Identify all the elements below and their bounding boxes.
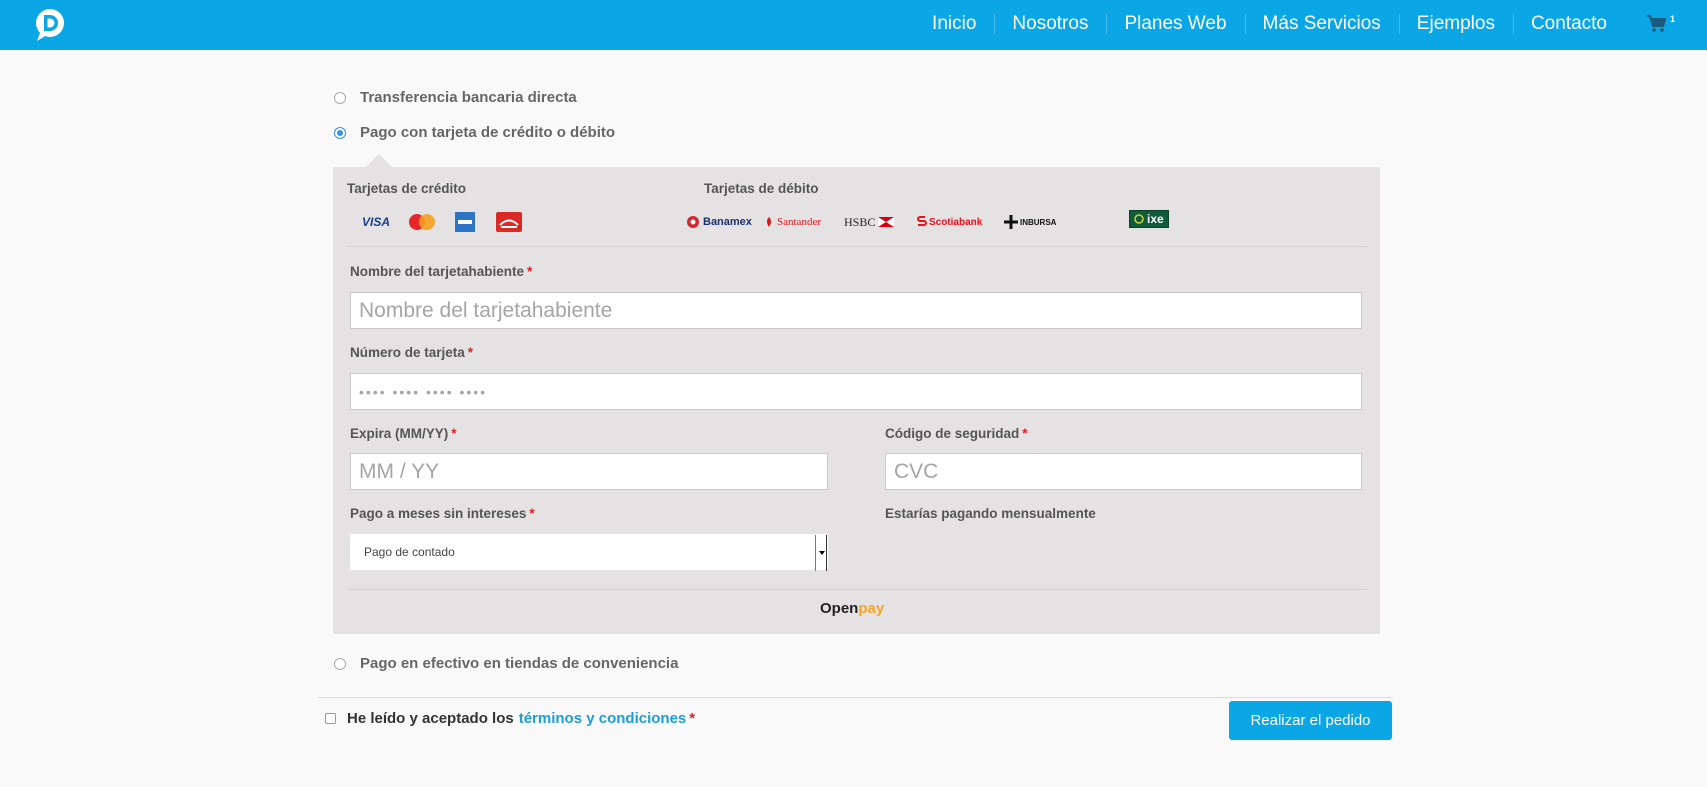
main-nav: Inicio Nosotros Planes Web Más Servicios… — [914, 0, 1707, 50]
payment-option-cash[interactable]: Pago en efectivo en tiendas de convenien… — [334, 655, 678, 672]
payment-option-bank-transfer[interactable]: Transferencia bancaria directa — [334, 89, 577, 106]
mastercard-logo — [405, 211, 439, 233]
cart-button[interactable]: 1 — [1633, 0, 1693, 50]
terms-link[interactable]: términos y condiciones — [519, 710, 687, 727]
panel-divider-bottom — [346, 589, 1367, 590]
holder-input[interactable] — [351, 293, 1361, 328]
panel-pointer — [365, 154, 393, 168]
nav-item-inicio[interactable]: Inicio — [914, 0, 994, 50]
hsbc-logo: HSBC — [844, 211, 895, 233]
bank-transfer-label: Transferencia bancaria directa — [360, 89, 577, 106]
monthly-label: Estarías pagando mensualmente — [885, 506, 1096, 521]
inbursa-logo: INBURSA — [1004, 211, 1056, 233]
installments-selected-value: Pago de contado — [364, 545, 455, 559]
cart-icon — [1647, 15, 1667, 32]
amex-logo — [454, 211, 476, 233]
payment-option-card[interactable]: Pago con tarjeta de crédito o débito — [334, 124, 615, 141]
logo[interactable] — [30, 8, 70, 42]
terms-checkbox[interactable] — [325, 713, 336, 724]
cash-radio[interactable] — [334, 657, 346, 670]
installments-label: Pago a meses sin intereses * — [350, 506, 535, 521]
carnet-logo — [495, 211, 523, 233]
top-navbar: Inicio Nosotros Planes Web Más Servicios… — [0, 0, 1707, 50]
cvc-input[interactable] — [886, 454, 1361, 489]
nav-item-mas-servicios[interactable]: Más Servicios — [1244, 0, 1399, 50]
card-payment-panel: Tarjetas de crédito Tarjetas de débito V… — [333, 167, 1380, 634]
holder-label: Nombre del tarjetahabiente * — [350, 264, 533, 279]
installments-select[interactable]: Pago de contado — [350, 534, 828, 571]
nav-item-contacto[interactable]: Contacto — [1512, 0, 1625, 50]
terms-text: He leído y aceptado los — [347, 710, 514, 727]
ixe-logo: ixe — [1129, 210, 1169, 228]
card-number-field[interactable] — [350, 373, 1362, 410]
visa-logo: VISA — [361, 215, 390, 229]
terms-row: He leído y aceptado los términos y condi… — [325, 710, 695, 727]
scotiabank-logo: Scotiabank — [917, 211, 982, 233]
expiry-input[interactable] — [351, 454, 827, 489]
footer-divider — [318, 697, 1393, 698]
terms-required-mark: * — [689, 710, 696, 727]
bank-transfer-radio[interactable] — [334, 91, 346, 104]
nav-item-ejemplos[interactable]: Ejemplos — [1398, 0, 1513, 50]
card-number-input[interactable] — [351, 374, 1361, 409]
card-radio[interactable] — [334, 126, 346, 139]
nav-item-planes-web[interactable]: Planes Web — [1106, 0, 1244, 50]
credit-cards-title: Tarjetas de crédito — [347, 181, 467, 196]
openpay-logo: Open pay — [820, 600, 885, 617]
debit-cards-title: Tarjetas de débito — [704, 181, 819, 196]
expiry-label: Expira (MM/YY) * — [350, 426, 457, 441]
cart-count-badge: 1 — [1670, 14, 1676, 24]
card-number-label: Número de tarjeta * — [350, 345, 474, 360]
cvc-field[interactable] — [885, 453, 1362, 490]
expiry-field[interactable] — [350, 453, 828, 490]
nav-item-nosotros[interactable]: Nosotros — [994, 0, 1106, 50]
card-label: Pago con tarjeta de crédito o débito — [360, 124, 616, 141]
panel-divider-top — [346, 246, 1367, 247]
holder-field[interactable] — [350, 292, 1362, 329]
place-order-button[interactable]: Realizar el pedido — [1229, 701, 1392, 740]
cvc-label: Código de seguridad * — [885, 426, 1028, 441]
banamex-logo: Banamex — [686, 211, 752, 233]
select-arrow-icon[interactable] — [815, 535, 827, 571]
santander-logo: Santander — [763, 211, 821, 233]
cash-label: Pago en efectivo en tiendas de convenien… — [360, 655, 679, 672]
